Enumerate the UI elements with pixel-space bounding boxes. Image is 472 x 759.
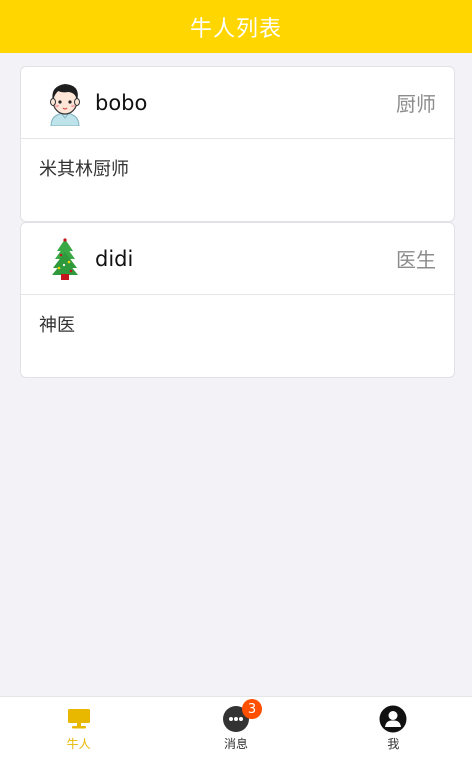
person-name: bobo xyxy=(95,90,148,115)
christmas-tree-icon xyxy=(45,236,85,282)
tab-label: 我 xyxy=(387,737,400,751)
person-description: 米其林厨师 xyxy=(39,159,129,180)
card-header[interactable]: didi 医生 xyxy=(21,223,454,295)
person-role: 医生 xyxy=(396,248,436,272)
unread-badge: 3 xyxy=(241,699,262,719)
tab-label: 牛人 xyxy=(66,737,91,751)
bottom-tab-bar: 牛人 3 消息 我 xyxy=(0,696,472,759)
tab-label: 消息 xyxy=(223,737,248,751)
tab-me[interactable]: 我 xyxy=(315,697,472,759)
card-header[interactable]: bobo 厨师 xyxy=(21,67,454,139)
person-list: bobo 厨师 米其林厨师 didi 医生 神医 xyxy=(20,66,455,378)
tab-messages[interactable]: 3 消息 xyxy=(157,697,314,759)
person-role: 厨师 xyxy=(396,92,436,116)
chat-bubble-icon: 3 xyxy=(222,699,262,733)
user-icon xyxy=(379,705,407,733)
person-card[interactable]: didi 医生 神医 xyxy=(20,222,455,378)
tab-niuren[interactable]: 牛人 xyxy=(0,697,157,759)
header-bar: 牛人列表 xyxy=(0,0,472,53)
boy-avatar-icon xyxy=(45,80,85,126)
page-title: 牛人列表 xyxy=(189,16,282,42)
person-description: 神医 xyxy=(39,315,75,336)
person-card[interactable]: bobo 厨师 米其林厨师 xyxy=(20,66,455,222)
monitor-icon xyxy=(65,705,93,733)
person-name: didi xyxy=(95,246,134,271)
